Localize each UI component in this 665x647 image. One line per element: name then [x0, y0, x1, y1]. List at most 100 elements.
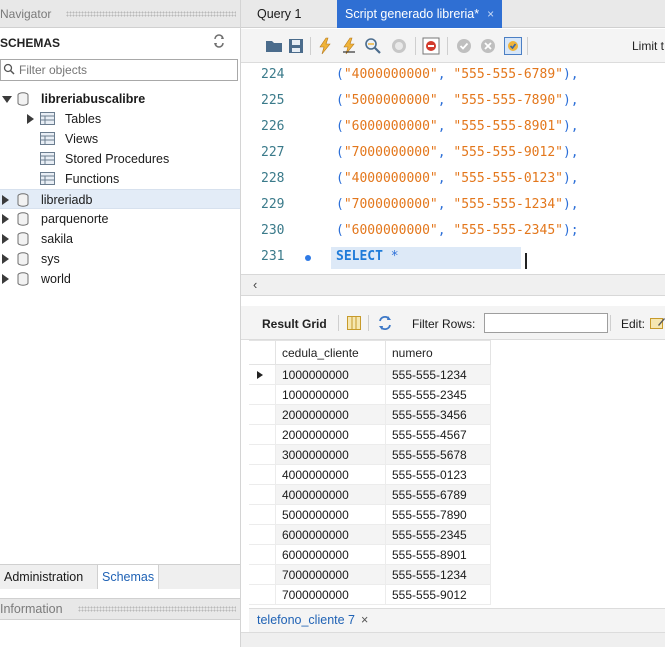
table-row[interactable]: 6000000000 555-555-8901 [249, 544, 491, 565]
table-row[interactable]: 7000000000 555-555-1234 [249, 564, 491, 585]
cell-numero[interactable]: 555-555-1234 [385, 364, 491, 385]
tab-query-1[interactable]: Query 1 [249, 0, 309, 28]
cell-numero[interactable]: 555-555-1234 [385, 564, 491, 585]
cell-numero[interactable]: 555-555-7890 [385, 504, 491, 525]
string-literal: "555-555-9012" [453, 145, 563, 160]
editor-horizontal-scrollbar[interactable]: ‹ [241, 274, 665, 296]
tree-item-functions[interactable]: Functions [0, 169, 240, 189]
open-folder-icon[interactable] [264, 36, 284, 56]
cell-numero[interactable]: 555-555-2345 [385, 384, 491, 405]
string-literal: "555-555-7890" [453, 93, 563, 108]
scroll-left-icon[interactable]: ‹ [253, 277, 257, 292]
filter-rows-input[interactable] [484, 313, 608, 333]
cell-cedula[interactable]: 2000000000 [275, 424, 386, 445]
limit-rows-label[interactable]: Limit t [632, 39, 664, 53]
table-row[interactable]: 4000000000 555-555-0123 [249, 464, 491, 485]
table-row[interactable]: 1000000000 555-555-1234 [249, 364, 491, 385]
filter-objects-box[interactable] [0, 59, 238, 81]
cell-cedula[interactable]: 4000000000 [275, 484, 386, 505]
toggle-error-icon[interactable] [421, 36, 441, 56]
grid-view-icon[interactable] [347, 316, 361, 330]
close-tab-icon[interactable]: × [487, 7, 494, 21]
cell-cedula[interactable]: 2000000000 [275, 404, 386, 425]
schema-item-sakila[interactable]: sakila [0, 229, 240, 249]
stop-icon[interactable] [389, 36, 409, 56]
expand-arrow-icon[interactable] [2, 195, 9, 205]
cell-numero[interactable]: 555-555-3456 [385, 404, 491, 425]
cell-cedula[interactable]: 1000000000 [275, 384, 386, 405]
column-header-numero[interactable]: numero [385, 340, 491, 365]
tab-script-generado-libreria[interactable]: Script generado libreria* × [337, 0, 503, 28]
expand-arrow-icon[interactable] [2, 214, 9, 224]
tree-label: world [41, 272, 71, 286]
cell-cedula[interactable]: 5000000000 [275, 504, 386, 525]
schema-item-parquenorte[interactable]: parquenorte [0, 209, 240, 229]
tab-telefono-cliente-7[interactable]: telefono_cliente 7 × [257, 613, 368, 627]
close-result-tab-icon[interactable]: × [361, 613, 368, 627]
result-grid[interactable]: cedula_cliente numero 1000000000 555-555-… [249, 340, 665, 608]
tab-administration[interactable]: Administration [0, 565, 87, 589]
cell-cedula[interactable]: 3000000000 [275, 444, 386, 465]
code-line: 225 ("5000000000", "555-555-7890"), [241, 89, 665, 115]
functions-folder-icon [40, 172, 55, 185]
string-literal: "4000000000" [343, 171, 438, 186]
cell-numero[interactable]: 555-555-9012 [385, 584, 491, 605]
schema-item-sys[interactable]: sys [0, 249, 240, 269]
column-header-cedula-cliente[interactable]: cedula_cliente [275, 340, 386, 365]
commit-icon[interactable] [454, 36, 474, 56]
cell-cedula[interactable]: 7000000000 [275, 564, 386, 585]
editor-tab-bar: Query 1 Script generado libreria* × [241, 0, 665, 28]
cell-cedula[interactable]: 6000000000 [275, 544, 386, 565]
result-table: cedula_cliente numero 1000000000 555-555-… [249, 340, 491, 605]
autocommit-icon[interactable] [503, 36, 523, 56]
result-grid-label[interactable]: Result Grid [262, 317, 327, 331]
filter-objects-input[interactable] [19, 62, 233, 78]
cell-numero[interactable]: 555-555-2345 [385, 524, 491, 545]
expand-arrow-icon[interactable] [2, 234, 9, 244]
collapse-arrow-icon[interactable] [2, 96, 12, 103]
cell-cedula[interactable]: 4000000000 [275, 464, 386, 485]
sql-editor-toolbar: Limit t [241, 29, 665, 63]
tree-item-tables[interactable]: Tables [0, 109, 240, 129]
table-row[interactable]: 2000000000 555-555-3456 [249, 404, 491, 425]
schema-item-world[interactable]: world [0, 269, 240, 289]
rollback-icon[interactable] [478, 36, 498, 56]
row-gutter [249, 444, 276, 465]
expand-arrow-icon[interactable] [2, 274, 9, 284]
cell-cedula[interactable]: 6000000000 [275, 524, 386, 545]
cell-numero[interactable]: 555-555-6789 [385, 484, 491, 505]
cell-numero[interactable]: 555-555-4567 [385, 424, 491, 445]
cell-cedula[interactable]: 7000000000 [275, 584, 386, 605]
table-row[interactable]: 3000000000 555-555-5678 [249, 444, 491, 465]
refresh-icon[interactable] [377, 315, 393, 331]
sql-editor[interactable]: 224 ("4000000000", "555-555-6789"), 225 … [241, 63, 665, 274]
cell-numero[interactable]: 555-555-0123 [385, 464, 491, 485]
table-row[interactable]: 7000000000 555-555-9012 [249, 584, 491, 605]
tree-item-views[interactable]: Views [0, 129, 240, 149]
expand-arrow-icon[interactable] [27, 114, 34, 124]
string-literal: "7000000000" [343, 145, 438, 160]
execute-icon[interactable] [315, 36, 335, 56]
explain-icon[interactable] [363, 36, 383, 56]
tab-label: Query 1 [257, 7, 302, 21]
schema-item-libreriabuscalibre[interactable]: libreriabuscalibre [0, 89, 240, 109]
edit-row-icon[interactable] [650, 316, 665, 330]
table-row[interactable]: 2000000000 555-555-4567 [249, 424, 491, 445]
grip-pattern [78, 606, 236, 612]
table-row[interactable]: 6000000000 555-555-2345 [249, 524, 491, 545]
tree-item-stored-procedures[interactable]: Stored Procedures [0, 149, 240, 169]
table-row[interactable]: 1000000000 555-555-2345 [249, 384, 491, 405]
table-row[interactable]: 5000000000 555-555-7890 [249, 504, 491, 525]
tab-schemas[interactable]: Schemas [97, 565, 160, 589]
expand-arrow-icon[interactable] [2, 254, 9, 264]
schema-item-libreriadb[interactable]: libreriadb [0, 189, 240, 209]
grip-pattern [66, 11, 236, 17]
save-icon[interactable] [286, 36, 306, 56]
row-gutter [249, 564, 276, 585]
execute-current-icon[interactable] [339, 36, 359, 56]
cell-numero[interactable]: 555-555-5678 [385, 444, 491, 465]
cell-cedula[interactable]: 1000000000 [275, 364, 386, 385]
table-row[interactable]: 4000000000 555-555-6789 [249, 484, 491, 505]
refresh-schemas-icon[interactable] [212, 34, 226, 48]
cell-numero[interactable]: 555-555-8901 [385, 544, 491, 565]
